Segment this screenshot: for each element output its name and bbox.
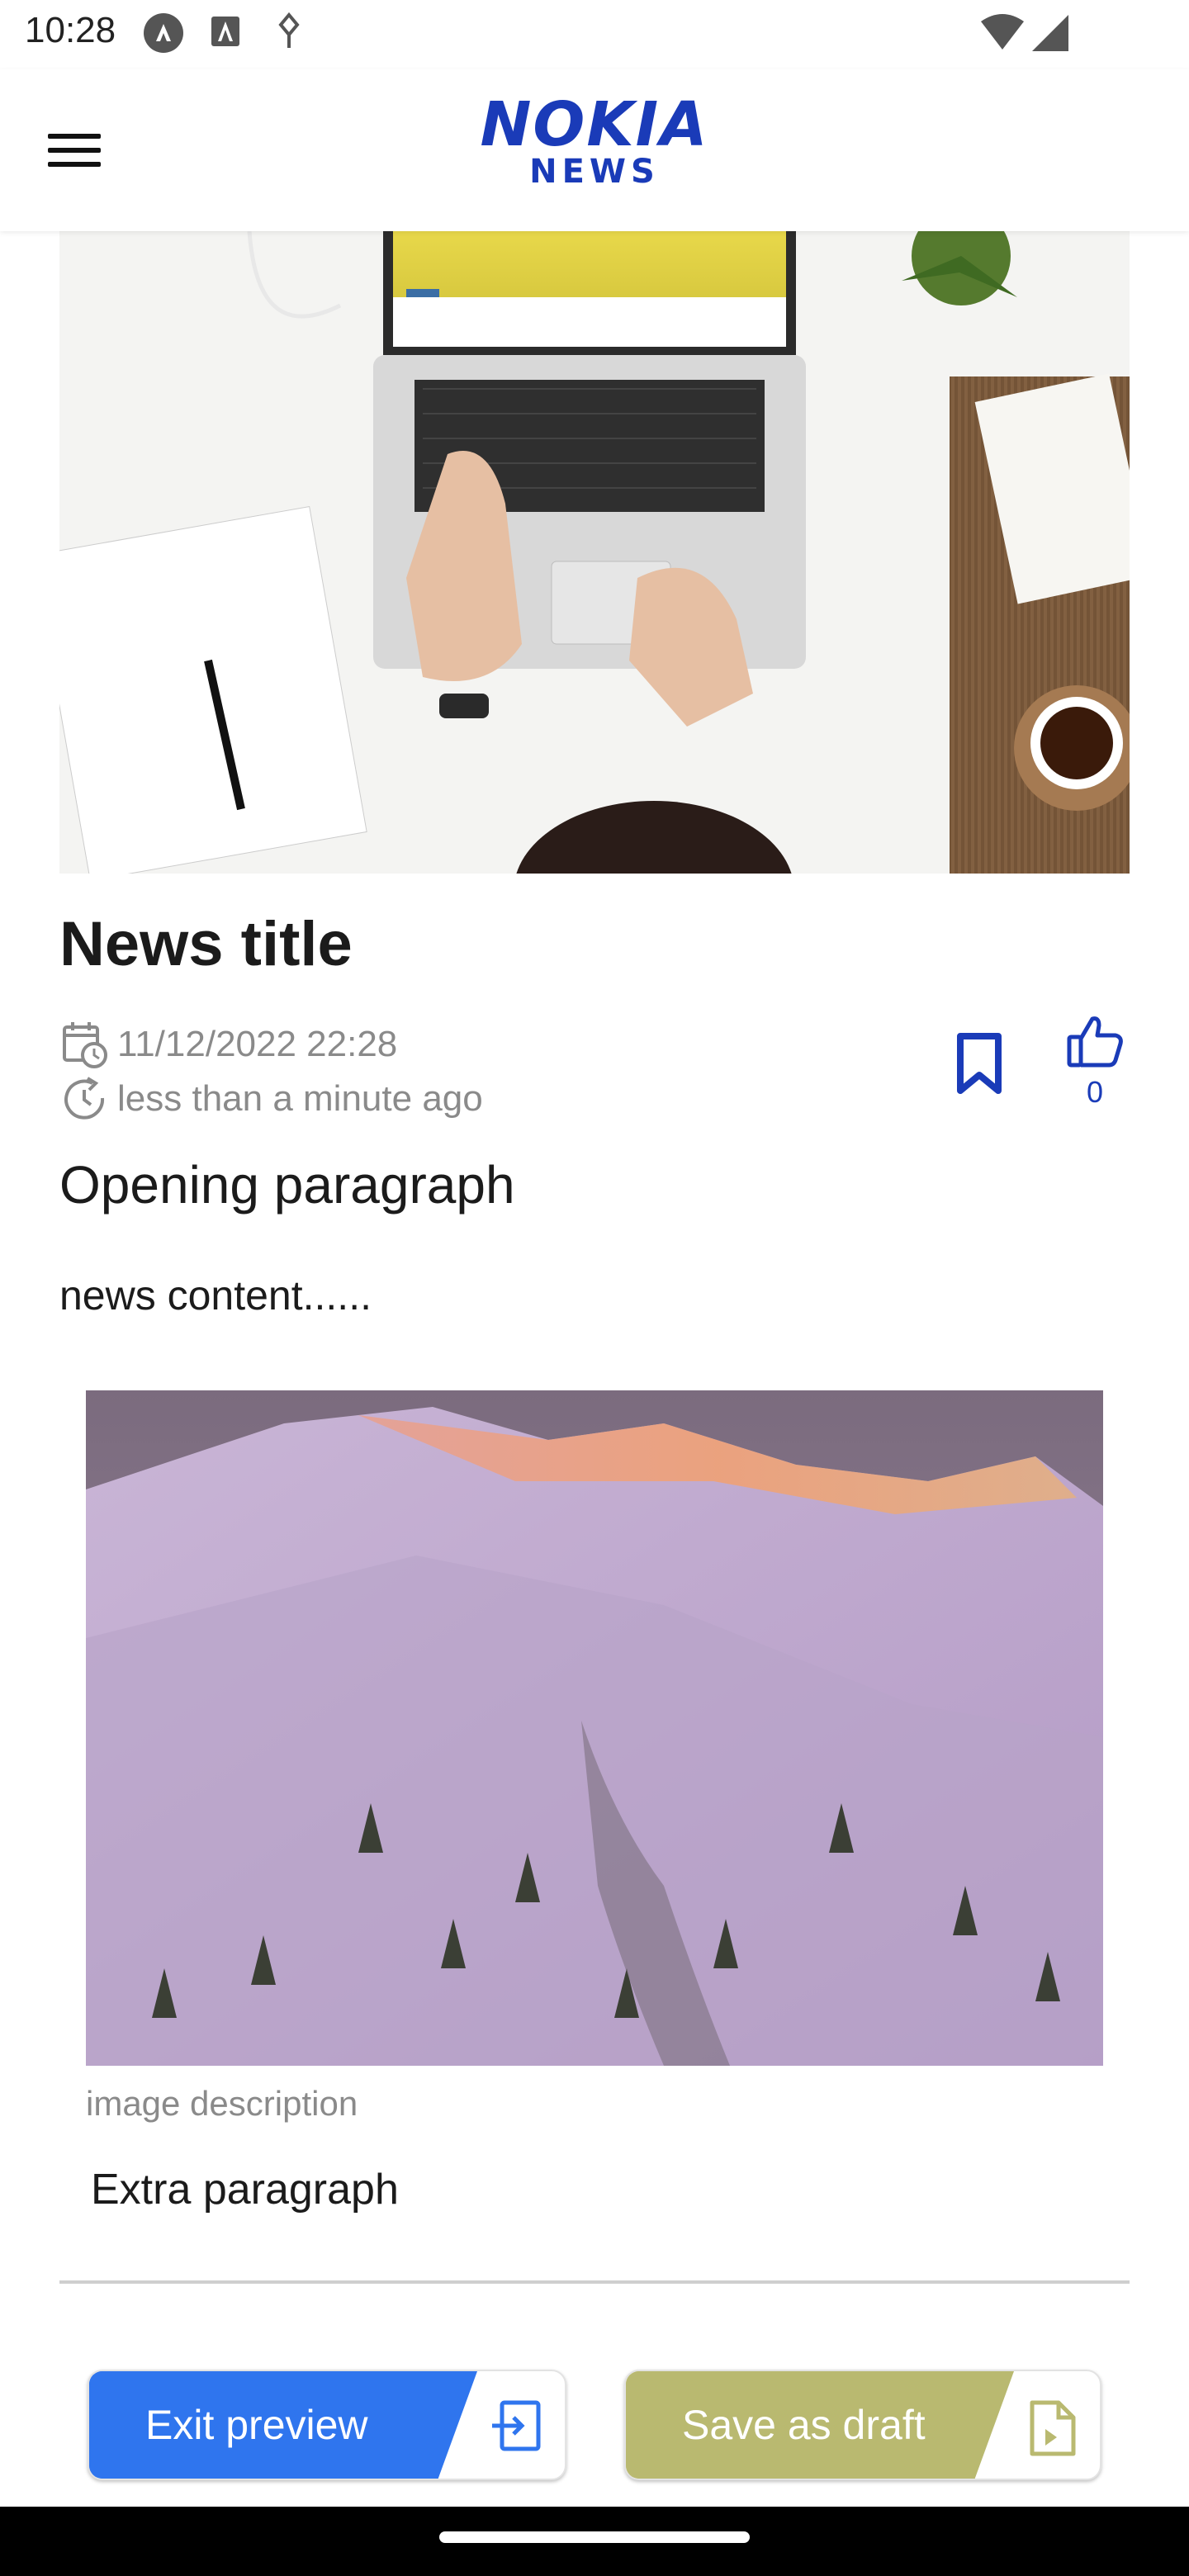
- usb-debug-icon: [278, 12, 300, 48]
- signal-icon: [1032, 15, 1068, 51]
- wifi-icon: [981, 14, 1024, 50]
- hamburger-menu-icon[interactable]: [48, 134, 101, 170]
- assistant-icon: [144, 13, 183, 53]
- draft-file-icon: [1030, 2400, 1076, 2456]
- hero-image: [59, 231, 1130, 874]
- home-gesture-handle[interactable]: [439, 2531, 750, 2543]
- published-date: 11/12/2022 22:28: [117, 1024, 398, 1064]
- bookmark-icon[interactable]: [956, 1032, 1002, 1095]
- exit-preview-button[interactable]: Exit preview: [88, 2370, 566, 2480]
- article-meta: 11/12/2022 22:28 less than a minute ago: [59, 1017, 483, 1126]
- content-image: [86, 1390, 1103, 2066]
- calendar-clock-icon: [63, 1022, 107, 1068]
- like-count: 0: [1086, 1075, 1104, 1109]
- exit-preview-label: Exit preview: [145, 2402, 368, 2448]
- extra-paragraph: Extra paragraph: [91, 2166, 399, 2214]
- published-date-row: 11/12/2022 22:28: [59, 1017, 483, 1072]
- status-time: 10:28: [25, 10, 116, 50]
- exit-icon: [492, 2400, 541, 2451]
- nokia-news-logo[interactable]: NOKIA NEWS: [446, 94, 743, 188]
- save-as-draft-button[interactable]: Save as draft: [624, 2370, 1101, 2480]
- divider: [59, 2280, 1130, 2284]
- relative-time-row: less than a minute ago: [59, 1072, 483, 1126]
- save-as-draft-label: Save as draft: [682, 2402, 926, 2448]
- opening-paragraph: Opening paragraph: [59, 1155, 515, 1215]
- image-description: image description: [86, 2084, 358, 2123]
- thumbs-up-icon: [1067, 1016, 1123, 1068]
- relative-time: less than a minute ago: [117, 1078, 483, 1119]
- article-title: News title: [59, 909, 353, 979]
- app-header: NOKIA NEWS: [0, 69, 1189, 231]
- status-bar: 10:28: [0, 0, 1189, 69]
- logo-main-text: NOKIA: [480, 89, 709, 160]
- news-content: news content......: [59, 1272, 372, 1319]
- logo-sub-text: NEWS: [529, 153, 660, 191]
- font-icon: [211, 17, 239, 46]
- like-button[interactable]: 0: [1065, 1014, 1125, 1110]
- history-icon: [64, 1077, 105, 1120]
